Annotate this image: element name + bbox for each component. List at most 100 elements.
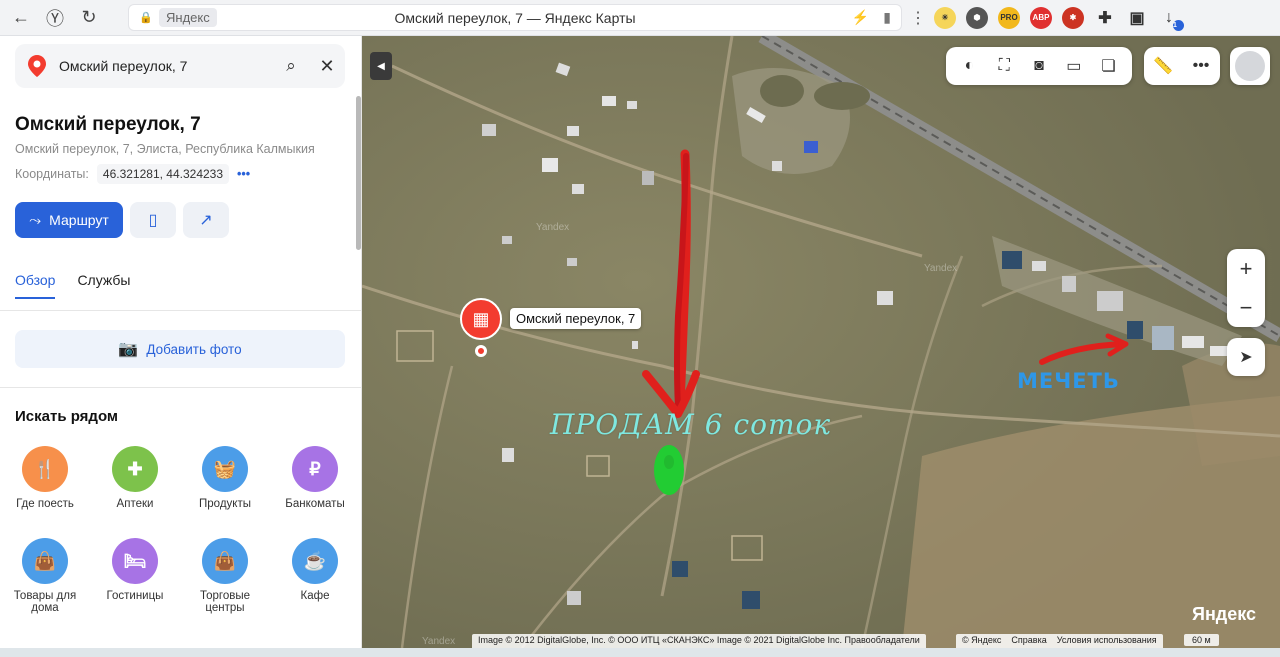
my-location-button[interactable]: ➤: [1227, 338, 1265, 376]
map-attribution[interactable]: Image © 2012 DigitalGlobe, Inc. © ООО ИТ…: [472, 634, 926, 648]
nearby-category-cafe[interactable]: ☕ Кафе: [270, 538, 360, 602]
nearby-category-food[interactable]: 🍴 Где поесть: [0, 446, 90, 510]
copyright-link[interactable]: © Яндекс: [962, 635, 1001, 648]
map-watermark: Yandex: [536, 222, 570, 233]
search-input[interactable]: Омский переулок, 7: [59, 58, 273, 74]
building-icon: ▦: [472, 308, 490, 329]
pharmacy-cross-icon: ✚: [112, 446, 158, 492]
place-title: Омский переулок, 7: [15, 114, 201, 135]
terms-link[interactable]: Условия использования: [1057, 635, 1157, 648]
divider: [0, 310, 361, 311]
transport-bus-icon[interactable]: ▭: [1061, 56, 1087, 76]
user-avatar[interactable]: [1230, 47, 1270, 85]
route-icon: ⤳: [29, 211, 42, 229]
place-panel: Омский переулок, 7 ⌕ ✕ Омский переулок, …: [0, 36, 362, 648]
place-marker-label[interactable]: Омский переулок, 7: [510, 308, 642, 329]
nearby-category-atm[interactable]: ₽ Банкоматы: [270, 446, 360, 510]
category-label: Продукты: [199, 498, 251, 510]
divider: [0, 387, 361, 388]
add-photo-button[interactable]: 📷 Добавить фото: [15, 330, 345, 368]
shopping-bag-icon: 👜: [202, 538, 248, 584]
yandex-logo-text: Яндекс: [1192, 604, 1257, 624]
browser-toolbar: ← Ⓨ ↻ 🔒 Яндекс Омский переулок, 7 — Янде…: [0, 0, 1280, 36]
address-host: Яндекс: [159, 8, 217, 27]
address-bar[interactable]: 🔒 Яндекс Омский переулок, 7 — Яндекс Кар…: [128, 4, 902, 31]
nearby-category-grocery[interactable]: 🧺 Продукты: [180, 446, 270, 510]
tools-toolbar: 📏 •••: [1144, 47, 1220, 85]
downloads-icon[interactable]: ↓ 1: [1158, 7, 1184, 31]
reload-icon[interactable]: ↻: [72, 1, 106, 35]
place-marker[interactable]: ▦: [460, 298, 502, 340]
satellite-imagery: [362, 36, 1280, 648]
nearby-category-home-goods[interactable]: 👜 Товары для дома: [0, 538, 90, 614]
search-icon[interactable]: ⌕: [273, 56, 309, 76]
ladybug-icon[interactable]: ✱: [1062, 6, 1084, 29]
layers-icon[interactable]: ◐: [956, 57, 982, 75]
panel-scrollbar[interactable]: [356, 96, 361, 250]
panorama-camera-icon[interactable]: ◙: [1026, 57, 1052, 75]
category-label: Гостиницы: [106, 590, 164, 602]
satellite-map[interactable]: Yandex Yandex Yandex ◀ ◐ ⛶ ◙ ▭ ❏ 📏 ••• +…: [362, 36, 1280, 648]
category-label: Где поесть: [16, 498, 74, 510]
category-label: Кафе: [300, 590, 330, 602]
zoom-controls: + −: [1227, 249, 1265, 327]
zoom-in-button[interactable]: +: [1227, 249, 1265, 288]
place-address: Омский переулок, 7, Элиста, Республика К…: [15, 142, 315, 156]
no-tracking-icon[interactable]: ⚡: [852, 9, 869, 26]
nearby-category-pharmacy[interactable]: ✚ Аптеки: [90, 446, 180, 510]
fork-knife-icon: 🍴: [22, 446, 68, 492]
sell-annotation: ПРОДАМ 6 соток: [550, 408, 832, 441]
map-watermark: Yandex: [422, 636, 456, 647]
green-marker: [654, 445, 684, 495]
more-icon[interactable]: •••: [1188, 57, 1214, 75]
yandex-browser-icon[interactable]: Ⓨ: [38, 1, 72, 35]
category-label: Товары для дома: [13, 590, 77, 614]
bed-icon: 🛏: [112, 538, 158, 584]
menu-dots-icon[interactable]: ⋮: [910, 8, 926, 28]
puzzle-icon[interactable]: ✚: [1094, 7, 1116, 29]
search-box[interactable]: Омский переулок, 7 ⌕ ✕: [15, 44, 345, 88]
location-arrow-icon: ➤: [1239, 349, 1253, 366]
page-title: Омский переулок, 7 — Яндекс Карты: [394, 9, 636, 26]
nearby-category-hotels[interactable]: 🛏 Гостиницы: [90, 538, 180, 602]
nearby-title: Искать рядом: [15, 408, 119, 425]
bookmark-icon: ▯: [148, 212, 158, 229]
basket-icon: 🧺: [202, 446, 248, 492]
category-label: Аптеки: [116, 498, 154, 510]
collapse-panel-button[interactable]: ◀: [370, 52, 392, 80]
coffee-cup-icon: ☕: [292, 538, 338, 584]
map-watermark: Yandex: [924, 263, 958, 274]
help-link[interactable]: Справка: [1011, 635, 1046, 648]
yandex-logo[interactable]: Яндекс: [1192, 604, 1256, 625]
bookmark-button[interactable]: ▯: [130, 202, 176, 238]
route-label: Маршрут: [49, 212, 109, 228]
collections-icon[interactable]: ▣: [1126, 7, 1148, 29]
map-scale: 60 м: [1184, 634, 1219, 646]
coordinates-more-icon[interactable]: •••: [237, 167, 250, 181]
extension-pro-icon[interactable]: PRO: [998, 6, 1020, 29]
location-pin-icon: [15, 55, 59, 77]
extension-hex-icon[interactable]: ⬢: [966, 6, 988, 29]
route-button[interactable]: ⤳ Маршрут: [15, 202, 123, 238]
avatar-icon: [1235, 51, 1265, 81]
place-point: [475, 345, 487, 357]
close-icon[interactable]: ✕: [309, 56, 345, 77]
adblock-icon[interactable]: ABP: [1030, 6, 1052, 29]
camera-plus-icon: 📷: [118, 341, 139, 358]
coordinates-value[interactable]: 46.321281, 44.324233: [96, 164, 230, 184]
nearby-category-malls[interactable]: 👜 Торговые центры: [180, 538, 270, 614]
weather-icon[interactable]: ☀: [934, 6, 956, 29]
back-icon[interactable]: ←: [4, 1, 38, 35]
zoom-out-button[interactable]: −: [1227, 288, 1265, 327]
map-book-icon[interactable]: ⛶: [991, 57, 1017, 75]
share-button[interactable]: ↗: [183, 202, 229, 238]
ruler-icon[interactable]: 📏: [1150, 56, 1176, 76]
tab-services[interactable]: Службы: [77, 272, 130, 299]
download-count-badge: 1: [1173, 19, 1184, 31]
tab-overview[interactable]: Обзор: [15, 272, 56, 299]
red-arrow-annotation: [642, 149, 700, 418]
map-layers-icon[interactable]: ❏: [1096, 56, 1122, 76]
category-label: Банкоматы: [285, 498, 345, 510]
extensions-bar: ⋮ ☀ ⬢ PRO ABP ✱ ✚ ▣ ↓ 1: [910, 4, 1184, 31]
bookmark-icon[interactable]: ▮: [883, 9, 891, 26]
